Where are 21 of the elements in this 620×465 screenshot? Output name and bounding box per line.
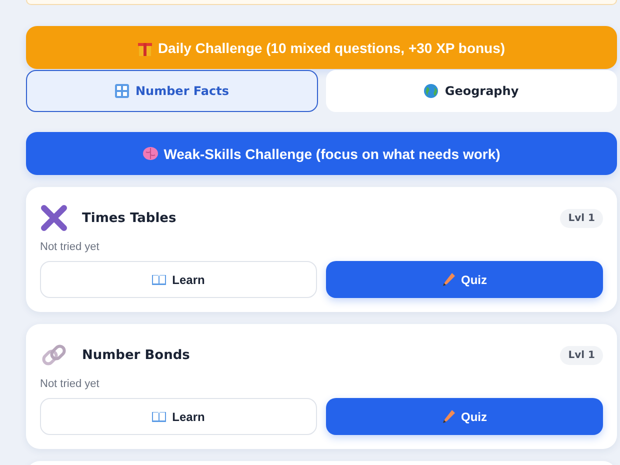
skill-title: Times Tables bbox=[82, 210, 178, 226]
category-tab[interactable]: Geography bbox=[326, 70, 617, 112]
skill-status: Not tried yet bbox=[40, 241, 100, 253]
cross-icon bbox=[40, 204, 68, 232]
keypad-icon bbox=[114, 84, 128, 98]
globe-icon bbox=[424, 84, 438, 98]
pencil-icon bbox=[442, 273, 455, 286]
book-icon bbox=[152, 411, 166, 422]
skill-status: Not tried yet bbox=[40, 378, 100, 390]
learn-button[interactable]: Learn bbox=[40, 398, 317, 435]
level-badge: Lvl 1 bbox=[560, 208, 603, 228]
weak-skills-button[interactable]: Weak-Skills Challenge (focus on what needs work) bbox=[26, 132, 617, 175]
learn-button[interactable]: Learn bbox=[40, 261, 317, 298]
book-icon bbox=[152, 274, 166, 285]
skill-title: Number Bonds bbox=[82, 348, 191, 362]
quiz-button[interactable]: Quiz bbox=[326, 398, 603, 435]
quiz-button[interactable]: Quiz bbox=[326, 261, 603, 298]
level-badge: Lvl 1 bbox=[560, 346, 603, 364]
brain-icon bbox=[142, 147, 158, 160]
category-tab[interactable]: Number Facts bbox=[26, 70, 318, 112]
pencil-icon bbox=[442, 410, 455, 423]
